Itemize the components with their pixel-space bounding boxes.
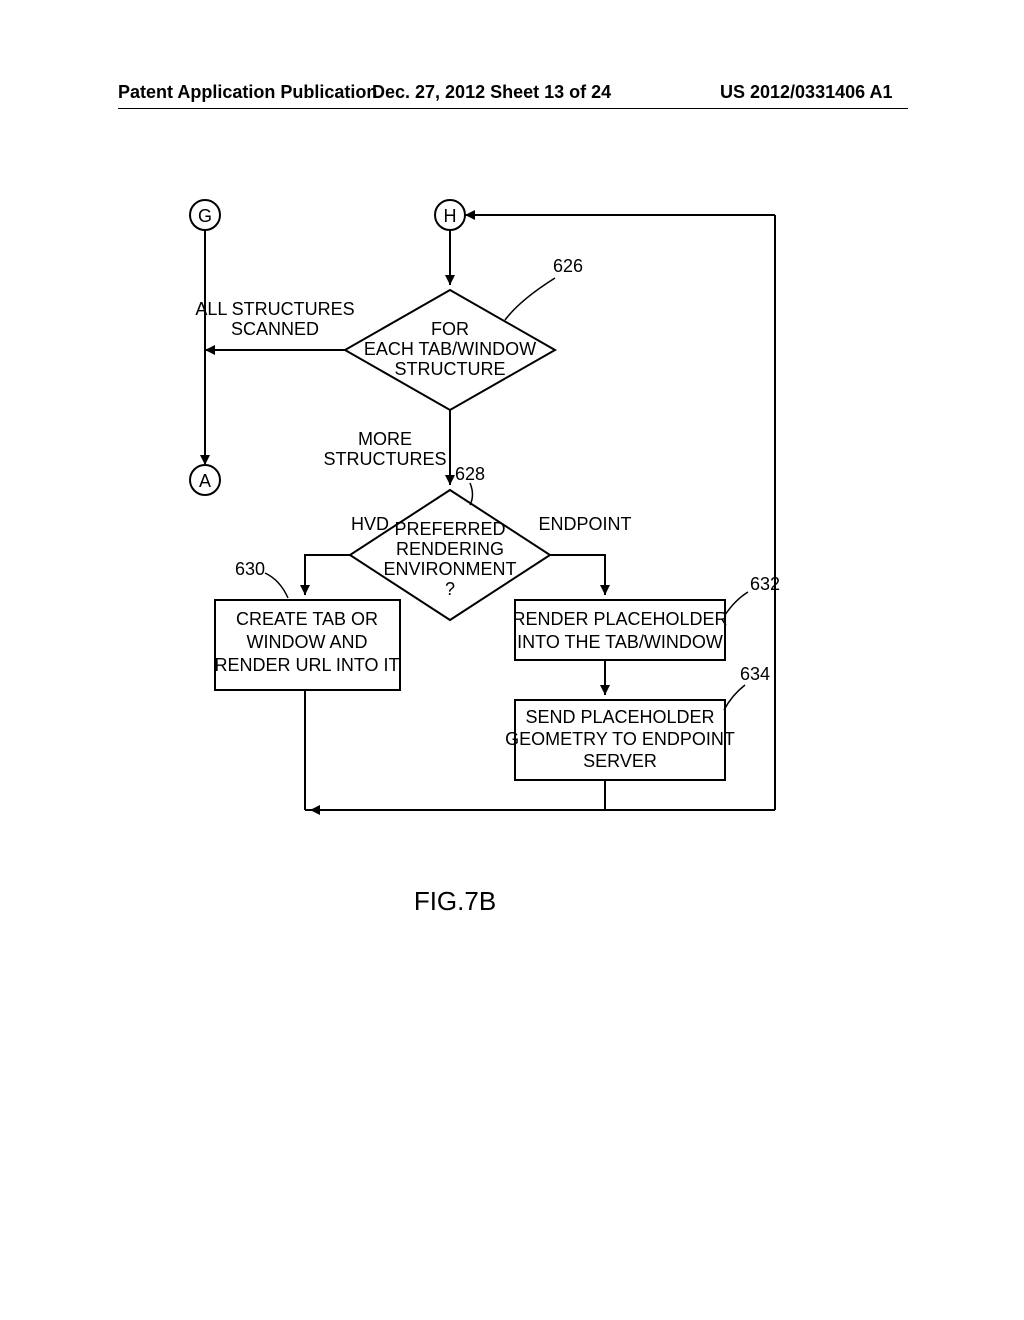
label-endpoint: ENDPOINT <box>538 514 631 534</box>
label-hvd: HVD <box>351 514 389 534</box>
decision-628-line3: ENVIRONMENT <box>383 559 516 579</box>
connector-G-label: G <box>198 206 212 226</box>
process-634: SEND PLACEHOLDER GEOMETRY TO ENDPOINT SE… <box>505 700 735 780</box>
flowchart: G H FOR EACH TAB/WINDOW STRUCTURE 626 AL… <box>0 0 1024 1320</box>
label-scanned: SCANNED <box>231 319 319 339</box>
connector-H-label: H <box>444 206 457 226</box>
label-structures: STRUCTURES <box>323 449 446 469</box>
box632-line1: RENDER PLACEHOLDER <box>512 609 727 629</box>
label-more: MORE <box>358 429 412 449</box>
decision-628-line1: PREFERRED <box>394 519 505 539</box>
connector-A: A <box>190 465 220 495</box>
decision-628-line4: ? <box>445 579 455 599</box>
box634-line3: SERVER <box>583 751 657 771</box>
connector-A-label: A <box>199 471 211 491</box>
ref-630: 630 <box>235 559 265 579</box>
box630-line3: RENDER URL INTO IT <box>214 655 399 675</box>
box630-line1: CREATE TAB OR <box>236 609 378 629</box>
figure-caption: FIG.7B <box>414 886 496 916</box>
connector-G: G <box>190 200 220 230</box>
ref-626: 626 <box>553 256 583 276</box>
ref-634: 634 <box>740 664 770 684</box>
decision-628-line2: RENDERING <box>396 539 504 559</box>
process-632: RENDER PLACEHOLDER INTO THE TAB/WINDOW <box>512 600 727 660</box>
decision-626-line3: STRUCTURE <box>395 359 506 379</box>
decision-626-line1: FOR <box>431 319 469 339</box>
decision-626: FOR EACH TAB/WINDOW STRUCTURE <box>345 290 555 410</box>
process-630: CREATE TAB OR WINDOW AND RENDER URL INTO… <box>214 600 400 690</box>
box634-line2: GEOMETRY TO ENDPOINT <box>505 729 735 749</box>
box634-line1: SEND PLACEHOLDER <box>525 707 714 727</box>
label-all-structures: ALL STRUCTURES <box>195 299 354 319</box>
box632-line2: INTO THE TAB/WINDOW <box>517 632 723 652</box>
box630-line2: WINDOW AND <box>247 632 368 652</box>
decision-626-line2: EACH TAB/WINDOW <box>364 339 536 359</box>
connector-H: H <box>435 200 465 230</box>
ref-628: 628 <box>455 464 485 484</box>
